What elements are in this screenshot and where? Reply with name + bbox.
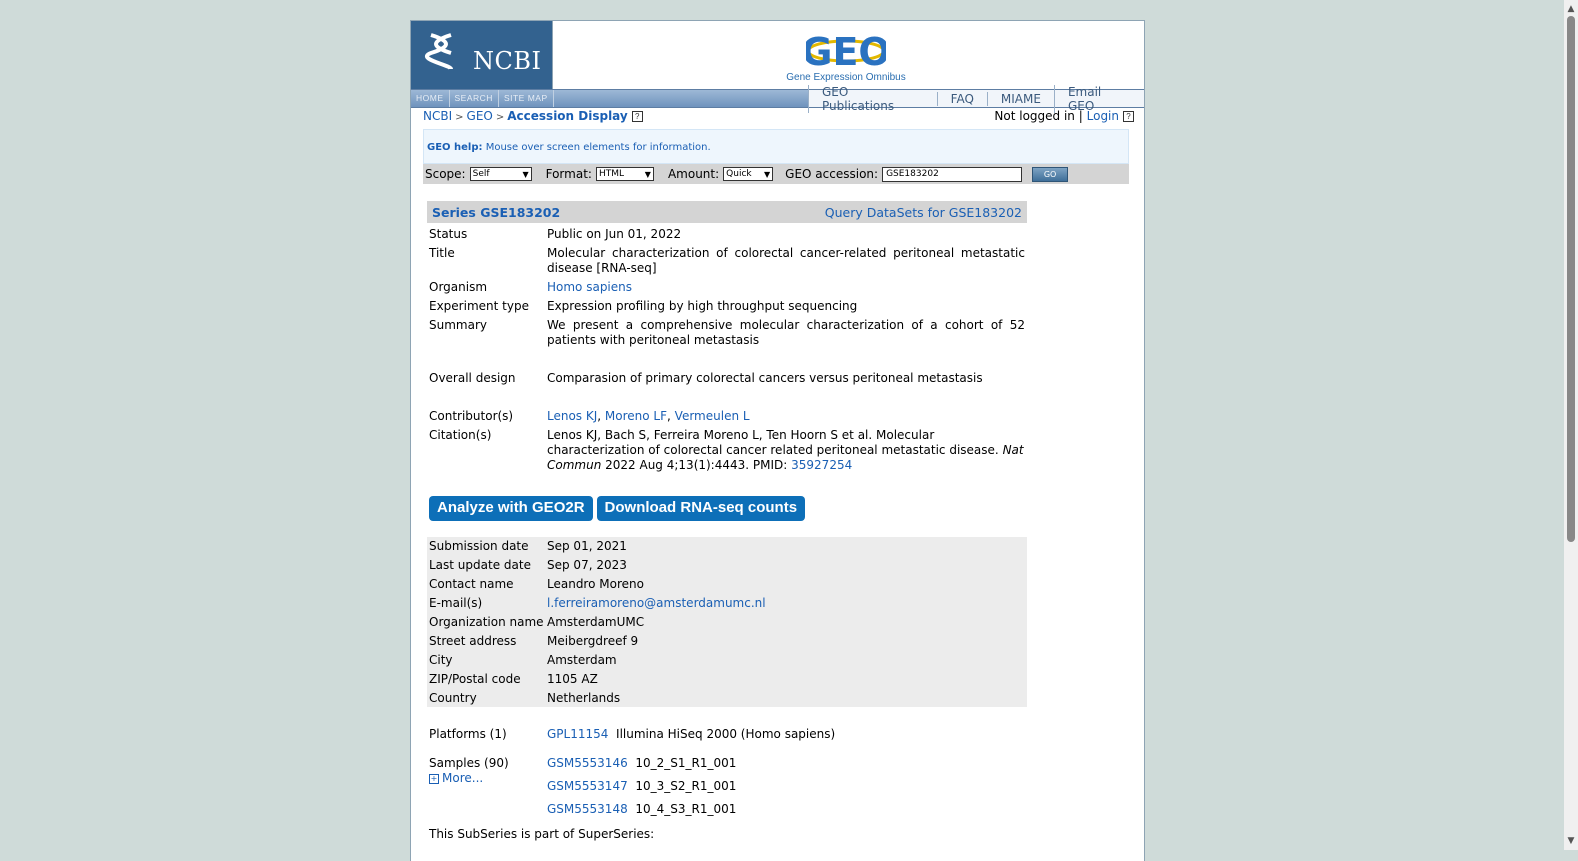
chevron-down-icon: ▼ <box>764 169 771 179</box>
series-header: Series GSE183202 Query DataSets for GSE1… <box>427 201 1027 223</box>
help-text: Mouse over screen elements for informati… <box>485 142 711 153</box>
experiment-type-row: Experiment type Expression profiling by h… <box>429 299 858 313</box>
page-container: NCBI GEO Gene Expression Omnibus HOME SE… <box>410 20 1145 861</box>
help-label: GEO help: <box>427 142 483 153</box>
pmid-link[interactable]: 35927254 <box>791 458 852 472</box>
analyze-geo2r-button[interactable]: Analyze with GEO2R <box>429 496 593 521</box>
help-icon[interactable]: ? <box>631 111 643 122</box>
geo-subtitle: Gene Expression Omnibus <box>786 72 906 83</box>
sample-link[interactable]: GSM5553146 <box>547 756 628 770</box>
sample-link[interactable]: GSM5553147 <box>547 779 628 793</box>
top-navigation: HOME SEARCH SITE MAP GEO Publications FA… <box>411 84 1144 113</box>
nav-site-map[interactable]: SITE MAP <box>499 90 554 107</box>
nav-search[interactable]: SEARCH <box>450 90 499 107</box>
contributor-link[interactable]: Lenos KJ <box>547 409 597 423</box>
superseries-text: This SubSeries is part of SuperSeries: <box>429 827 655 841</box>
breadcrumb-ncbi[interactable]: NCBI <box>423 109 452 123</box>
go-button[interactable]: GO <box>1032 166 1069 182</box>
scope-select[interactable]: Self ▼ <box>469 167 532 181</box>
format-label: Format: <box>545 167 592 181</box>
expand-icon[interactable]: + <box>429 774 439 784</box>
samples-row: Samples (90) + More... GSM5553146 10_2_S1_… <box>427 756 1027 821</box>
chevron-down-icon: ▼ <box>644 169 651 179</box>
nav-geo-publications[interactable]: GEO Publications <box>808 84 937 113</box>
geo-logo[interactable]: GEO Gene Expression Omnibus <box>781 27 911 83</box>
organism-row: Organism Homo sapiens <box>429 280 633 294</box>
contributor-link[interactable]: Moreno LF <box>605 409 667 423</box>
svg-text:GEO: GEO <box>806 30 886 71</box>
sample-item: GSM5553148 10_4_S3_R1_001 <box>547 802 737 816</box>
citation-row: Citation(s) Lenos KJ, Bach S, Ferreira M… <box>429 428 1024 472</box>
email-link[interactable]: l.ferreiramoreno@amsterdamumc.nl <box>547 596 766 610</box>
sample-item: GSM5553147 10_3_S2_R1_001 <box>547 779 737 793</box>
scroll-down-icon[interactable]: ▼ <box>1564 834 1578 848</box>
samples-more-link[interactable]: More... <box>442 771 483 785</box>
chevron-down-icon: ▼ <box>522 169 529 179</box>
sample-link[interactable]: GSM5553148 <box>547 802 628 816</box>
ncbi-logo-text: NCBI <box>473 47 542 75</box>
title-row: Title Molecular characterization of color… <box>429 246 1025 275</box>
sample-item: GSM5553146 10_2_S1_R1_001 <box>547 756 737 770</box>
login-status: Not logged in <box>994 109 1075 123</box>
login-area: Not logged in | Login? <box>994 109 1134 123</box>
action-buttons: Analyze with GEO2R Download RNA-seq count… <box>427 496 1027 521</box>
amount-label: Amount: <box>667 167 720 181</box>
accession-input[interactable] <box>882 166 1023 182</box>
breadcrumb-geo[interactable]: GEO <box>467 109 493 123</box>
accession-form: Scope: Self ▼ Format: HTML ▼ Amount: Quick… <box>423 164 1129 184</box>
breadcrumb: NCBI > GEO > Accession Display? <box>423 109 643 123</box>
status-row: Status Public on Jun 01, 2022 <box>429 227 682 241</box>
login-link[interactable]: Login <box>1087 109 1119 123</box>
geo-logo-mark: GEO <box>801 30 890 74</box>
platform-link[interactable]: GPL11154 <box>547 727 608 741</box>
series-title: Series GSE183202 <box>432 204 561 220</box>
scroll-thumb[interactable] <box>1567 16 1575 542</box>
series-table: Series GSE183202 Query DataSets for GSE1… <box>427 201 1027 842</box>
nav-faq[interactable]: FAQ <box>936 91 987 106</box>
breadcrumb-current: Accession Display <box>507 109 628 123</box>
query-datasets-link[interactable]: Query DataSets for GSE183202 <box>825 205 1022 220</box>
accession-label: GEO accession: <box>785 167 879 181</box>
format-select[interactable]: HTML ▼ <box>595 167 654 181</box>
summary-row: Summary We present a comprehensive molecu… <box>429 318 1025 347</box>
platforms-row: Platforms (1) GPL11154 Illumina HiSeq 20… <box>429 727 836 741</box>
download-counts-button[interactable]: Download RNA-seq counts <box>596 496 806 521</box>
scrollbar[interactable]: ▲ ▼ <box>1564 0 1578 850</box>
overall-design-row: Overall design Comparasion of primary col… <box>429 371 983 385</box>
nav-miame[interactable]: MIAME <box>986 91 1054 106</box>
contributors-row: Contributor(s) Lenos KJ, Moreno LF, Verm… <box>429 409 750 423</box>
dna-helix-icon <box>425 33 453 71</box>
ncbi-logo[interactable]: NCBI <box>411 21 553 89</box>
help-bar: GEO help: Mouse over screen elements for… <box>423 129 1129 164</box>
scope-label: Scope: <box>425 167 466 181</box>
amount-select[interactable]: Quick ▼ <box>723 167 774 181</box>
contact-block: Submission date Sep 01, 2021 Last update … <box>427 537 1027 707</box>
login-help-icon[interactable]: ? <box>1123 111 1134 122</box>
contributor-link[interactable]: Vermeulen L <box>675 409 750 423</box>
scroll-up-icon[interactable]: ▲ <box>1564 2 1578 16</box>
organism-link[interactable]: Homo sapiens <box>547 280 632 294</box>
nav-home[interactable]: HOME <box>411 90 450 107</box>
